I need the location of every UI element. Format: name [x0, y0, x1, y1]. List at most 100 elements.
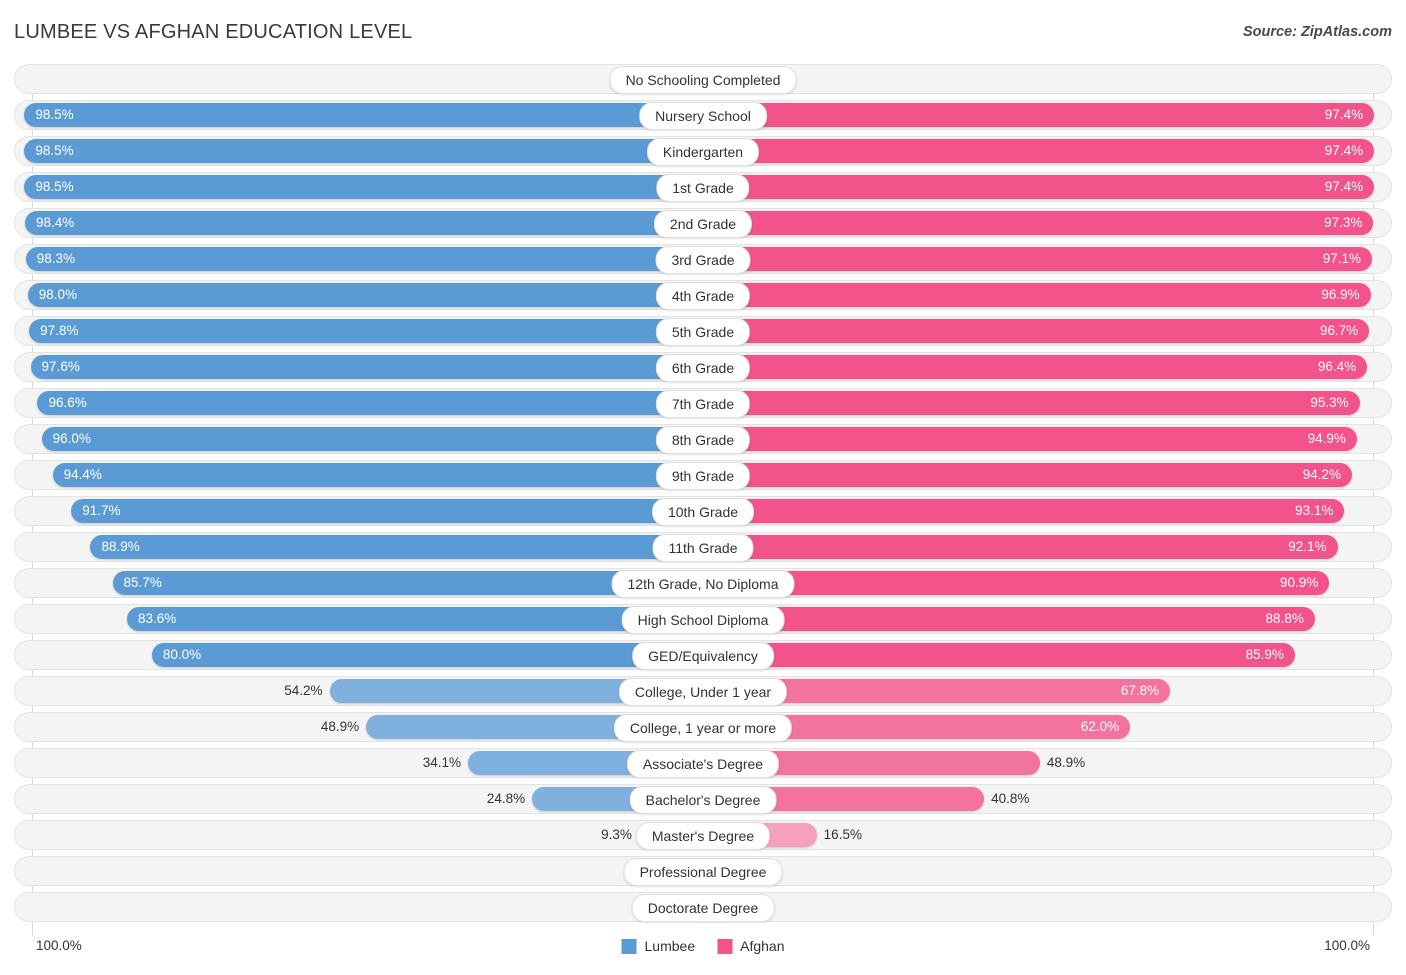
category-label[interactable]: 7th Grade	[655, 390, 751, 418]
afghan-bar[interactable]: 90.9%	[703, 571, 1330, 595]
lumbee-half: 96.6%	[14, 388, 703, 418]
chart-row: 97.6% 96.4% 6th Grade	[14, 352, 1392, 382]
lumbee-bar[interactable]: 91.7%	[71, 499, 703, 523]
afghan-bar[interactable]: 97.3%	[703, 211, 1374, 235]
afghan-half: 85.9%	[703, 640, 1392, 670]
chart-legend: Lumbee Afghan	[621, 938, 784, 954]
lumbee-value-label: 97.8%	[40, 323, 79, 338]
afghan-value-label: 97.1%	[1322, 251, 1362, 266]
category-label[interactable]: Kindergarten	[646, 138, 760, 166]
category-label[interactable]: Professional Degree	[623, 858, 783, 886]
lumbee-bar[interactable]: 98.5%	[24, 103, 703, 127]
chart-row: 54.2% 67.8% College, Under 1 year	[14, 676, 1392, 706]
category-label[interactable]: Nursery School	[639, 102, 767, 130]
legend-item-lumbee[interactable]: Lumbee	[621, 938, 695, 954]
lumbee-half: 91.7%	[14, 496, 703, 526]
category-label[interactable]: Master's Degree	[635, 822, 771, 850]
lumbee-bar[interactable]: 96.0%	[41, 427, 703, 451]
category-label[interactable]: 8th Grade	[655, 426, 751, 454]
chart-row: 80.0% 85.9% GED/Equivalency	[14, 640, 1392, 670]
lumbee-bar[interactable]: 80.0%	[151, 643, 703, 667]
lumbee-bar[interactable]: 98.5%	[24, 139, 703, 163]
lumbee-half: 80.0%	[14, 640, 703, 670]
afghan-bar[interactable]: 96.7%	[703, 319, 1370, 343]
afghan-bar[interactable]: 95.3%	[703, 391, 1360, 415]
afghan-value-label: 92.1%	[1288, 539, 1327, 554]
lumbee-half: 98.5%	[14, 100, 703, 130]
afghan-half: 93.1%	[703, 496, 1392, 526]
lumbee-bar[interactable]: 96.6%	[37, 391, 703, 415]
lumbee-bar[interactable]: 97.8%	[29, 319, 703, 343]
afghan-half: 16.5%	[703, 820, 1392, 850]
afghan-bar[interactable]: 88.8%	[703, 607, 1315, 631]
lumbee-value-label: 91.7%	[82, 503, 121, 518]
lumbee-value-label: 48.9%	[320, 719, 360, 734]
category-label[interactable]: 9th Grade	[655, 462, 751, 490]
lumbee-bar[interactable]: 83.6%	[127, 607, 703, 631]
afghan-half: 97.1%	[703, 244, 1392, 274]
category-label[interactable]: 4th Grade	[655, 282, 751, 310]
lumbee-bar[interactable]: 94.4%	[52, 463, 703, 487]
lumbee-bar[interactable]: 98.0%	[27, 283, 703, 307]
afghan-half: 62.0%	[703, 712, 1392, 742]
lumbee-half: 94.4%	[14, 460, 703, 490]
category-label[interactable]: 1st Grade	[656, 174, 750, 202]
lumbee-value-label: 96.6%	[48, 395, 87, 410]
lumbee-half: 98.5%	[14, 172, 703, 202]
category-label[interactable]: 12th Grade, No Diploma	[611, 570, 795, 598]
category-label[interactable]: 10th Grade	[651, 498, 755, 526]
afghan-bar[interactable]: 94.9%	[703, 427, 1357, 451]
afghan-value-label: 48.9%	[1046, 755, 1086, 770]
category-label[interactable]: College, 1 year or more	[613, 714, 793, 742]
category-label[interactable]: 6th Grade	[655, 354, 751, 382]
lumbee-bar[interactable]: 88.9%	[90, 535, 703, 559]
afghan-bar[interactable]: 92.1%	[703, 535, 1338, 559]
afghan-half: 97.4%	[703, 136, 1392, 166]
afghan-bar[interactable]: 97.4%	[703, 139, 1375, 163]
afghan-bar[interactable]: 93.1%	[703, 499, 1345, 523]
chart-row: 83.6% 88.8% High School Diploma	[14, 604, 1392, 634]
afghan-value-label: 16.5%	[823, 827, 862, 842]
chart-row: 9.3% 16.5% Master's Degree	[14, 820, 1392, 850]
lumbee-bar[interactable]: 98.5%	[24, 175, 703, 199]
lumbee-bar[interactable]: 97.6%	[30, 355, 703, 379]
afghan-half: 88.8%	[703, 604, 1392, 634]
lumbee-half: 96.0%	[14, 424, 703, 454]
lumbee-bar[interactable]: 98.3%	[25, 247, 703, 271]
afghan-bar[interactable]: 96.9%	[703, 283, 1371, 307]
afghan-value-label: 62.0%	[1080, 719, 1120, 734]
category-label[interactable]: 2nd Grade	[653, 210, 753, 238]
category-label[interactable]: Doctorate Degree	[631, 894, 775, 922]
category-label[interactable]: 3rd Grade	[655, 246, 751, 274]
category-label[interactable]: 11th Grade	[652, 534, 754, 562]
category-label[interactable]: 5th Grade	[655, 318, 751, 346]
lumbee-value-label: 24.8%	[486, 791, 526, 806]
category-label[interactable]: No Schooling Completed	[609, 66, 797, 94]
afghan-bar[interactable]: 97.1%	[703, 247, 1373, 271]
afghan-bar[interactable]: 96.4%	[703, 355, 1368, 379]
chart-plot-area: 1.5%2.6%No Schooling Completed 98.5% 97.4%…	[14, 64, 1392, 935]
lumbee-value-label: 96.0%	[52, 431, 91, 446]
lumbee-half: 98.3%	[14, 244, 703, 274]
lumbee-half: 83.6%	[14, 604, 703, 634]
afghan-bar[interactable]: 97.4%	[703, 175, 1375, 199]
afghan-value-label: 93.1%	[1295, 503, 1334, 518]
category-label[interactable]: GED/Equivalency	[632, 642, 774, 670]
afghan-value-label: 97.4%	[1324, 143, 1364, 158]
category-label[interactable]: Bachelor's Degree	[629, 786, 777, 814]
afghan-bar[interactable]: 94.2%	[703, 463, 1353, 487]
afghan-bar[interactable]: 85.9%	[703, 643, 1295, 667]
legend-item-afghan[interactable]: Afghan	[717, 938, 784, 954]
lumbee-bar[interactable]: 98.4%	[25, 211, 703, 235]
chart-row: 98.3% 97.1% 3rd Grade	[14, 244, 1392, 274]
category-label[interactable]: High School Diploma	[621, 606, 785, 634]
chart-row: 91.7% 93.1% 10th Grade	[14, 496, 1392, 526]
category-label[interactable]: Associate's Degree	[626, 750, 780, 778]
axis-max-label: 100.0%	[1324, 938, 1370, 953]
afghan-half: 94.2%	[703, 460, 1392, 490]
afghan-bar[interactable]: 97.4%	[703, 103, 1375, 127]
lumbee-half: 98.0%	[14, 280, 703, 310]
chart-row: 98.5% 97.4% Kindergarten	[14, 136, 1392, 166]
category-label[interactable]: College, Under 1 year	[618, 678, 788, 706]
chart-header: LUMBEE VS AFGHAN EDUCATION LEVEL Source:…	[0, 0, 1406, 62]
